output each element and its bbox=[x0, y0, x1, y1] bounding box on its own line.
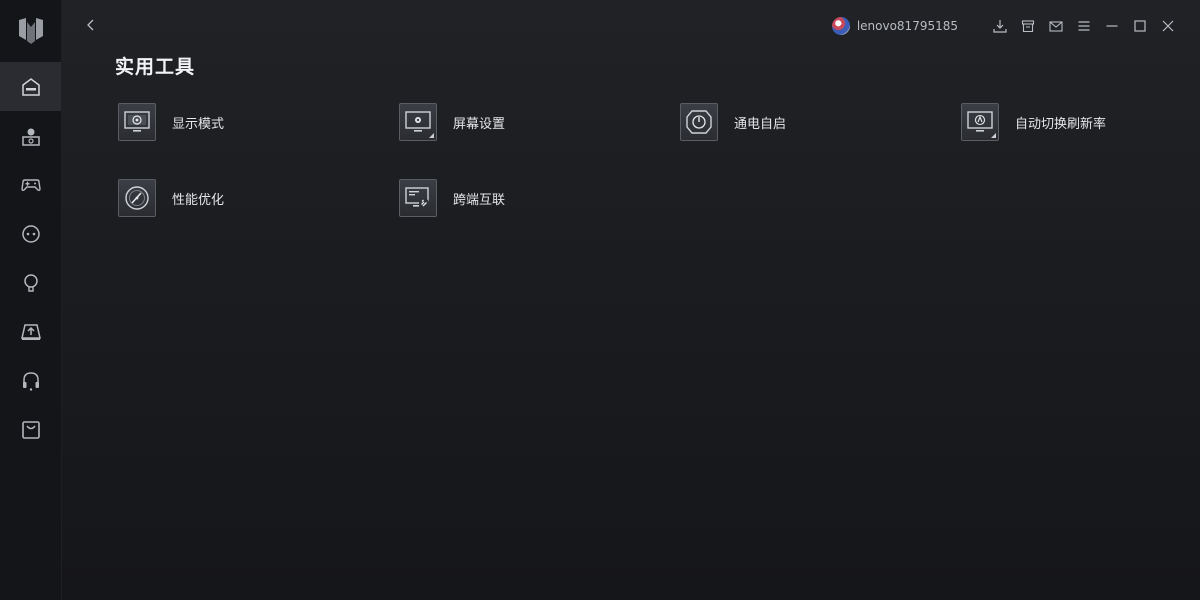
user-account[interactable]: lenovo81795185 bbox=[831, 17, 958, 35]
archive-button[interactable] bbox=[1020, 18, 1036, 34]
shopping-bag-icon bbox=[21, 420, 40, 439]
chevron-left-icon bbox=[87, 19, 94, 31]
page-title: 实用工具 bbox=[115, 56, 196, 78]
tool-label: 通电自启 bbox=[734, 116, 787, 132]
display-mode-icon bbox=[118, 103, 156, 141]
download-icon bbox=[993, 20, 1007, 33]
tool-label: 显示模式 bbox=[172, 116, 225, 132]
upload-icon bbox=[20, 323, 41, 340]
tool-label: 屏幕设置 bbox=[453, 116, 506, 132]
cross-device-link-icon bbox=[399, 179, 437, 217]
menu-button[interactable] bbox=[1076, 18, 1092, 34]
sidebar-item-store[interactable] bbox=[0, 405, 61, 454]
user-card-icon bbox=[21, 128, 40, 146]
tool-display-mode[interactable]: 显示模式 bbox=[118, 103, 224, 141]
sidebar-item-support[interactable] bbox=[0, 356, 61, 405]
title-bar-controls: lenovo81795185 bbox=[831, 14, 1176, 38]
chat-icon bbox=[21, 224, 40, 243]
tool-screen-settings[interactable]: 屏幕设置 bbox=[399, 103, 505, 141]
corner-indicator bbox=[991, 133, 996, 138]
screen-settings-icon bbox=[399, 103, 437, 141]
download-button[interactable] bbox=[992, 18, 1008, 34]
mail-icon bbox=[1049, 21, 1063, 32]
archive-icon bbox=[1021, 20, 1035, 33]
power-on-icon bbox=[680, 103, 718, 141]
gamepad-icon bbox=[20, 178, 41, 191]
performance-gauge-icon bbox=[118, 179, 156, 217]
refresh-rate-icon bbox=[961, 103, 999, 141]
tool-performance[interactable]: 性能优化 bbox=[118, 179, 224, 217]
home-icon bbox=[21, 77, 40, 96]
tool-power-on[interactable]: 通电自启 bbox=[680, 103, 786, 141]
sidebar-item-upload[interactable] bbox=[0, 307, 61, 356]
sidebar-item-chat[interactable] bbox=[0, 209, 61, 258]
tool-label: 自动切换刷新率 bbox=[1015, 116, 1107, 132]
sidebar bbox=[0, 0, 62, 600]
sidebar-item-light[interactable] bbox=[0, 258, 61, 307]
headset-icon bbox=[22, 371, 39, 391]
sidebar-item-profile[interactable] bbox=[0, 111, 61, 160]
bulb-icon bbox=[23, 273, 38, 292]
minimize-button[interactable] bbox=[1104, 18, 1120, 34]
tool-label: 性能优化 bbox=[172, 192, 225, 208]
maximize-icon bbox=[1134, 20, 1146, 32]
tool-label: 跨端互联 bbox=[453, 192, 506, 208]
close-icon bbox=[1162, 20, 1174, 32]
close-button[interactable] bbox=[1160, 18, 1176, 34]
back-button[interactable] bbox=[82, 16, 100, 34]
avatar bbox=[831, 17, 850, 35]
app-logo bbox=[15, 14, 47, 46]
mail-button[interactable] bbox=[1048, 18, 1064, 34]
tool-cross-device[interactable]: 跨端互联 bbox=[399, 179, 505, 217]
menu-icon bbox=[1078, 21, 1090, 31]
corner-indicator bbox=[429, 133, 434, 138]
username: lenovo81795185 bbox=[856, 19, 958, 33]
tool-refresh-rate[interactable]: 自动切换刷新率 bbox=[961, 103, 1106, 141]
maximize-button[interactable] bbox=[1132, 18, 1148, 34]
minimize-icon bbox=[1106, 25, 1118, 27]
sidebar-item-home[interactable] bbox=[0, 62, 61, 111]
sidebar-item-game[interactable] bbox=[0, 160, 61, 209]
